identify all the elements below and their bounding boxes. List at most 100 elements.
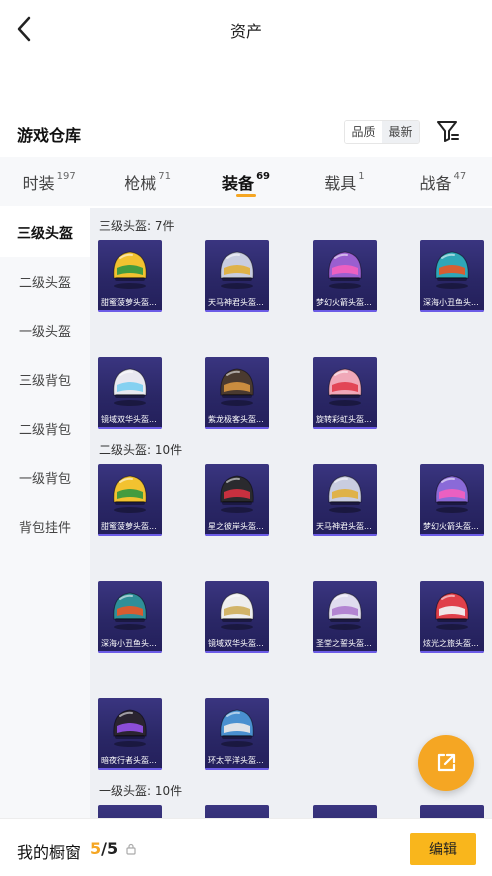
sidebar-item[interactable]: 二级背包 xyxy=(0,404,90,453)
item-card[interactable]: 天马神君头盔... xyxy=(205,240,269,312)
helmet-icon xyxy=(321,585,369,631)
helmet-icon xyxy=(213,468,261,514)
top-bar: 资产 xyxy=(0,0,492,58)
item-name: 环太平洋头盔... xyxy=(208,756,264,765)
edit-button[interactable]: 编辑 xyxy=(410,833,476,865)
item-card[interactable] xyxy=(98,805,162,818)
rarity-bar xyxy=(98,651,162,653)
rarity-bar xyxy=(98,534,162,536)
item-name: 星之彼岸头盔... xyxy=(208,522,264,531)
item-card[interactable]: 镜域双华头盔... xyxy=(205,581,269,653)
helmet-icon xyxy=(213,702,261,748)
item-card[interactable] xyxy=(313,805,377,818)
item-card[interactable]: 圣堂之誓头盔... xyxy=(313,581,377,653)
item-name: 暗夜行者头盔... xyxy=(101,756,157,765)
rarity-bar xyxy=(420,534,484,536)
helmet-icon xyxy=(213,244,261,290)
tab-active-indicator xyxy=(236,194,257,197)
tab-count: 71 xyxy=(158,171,171,182)
rarity-bar xyxy=(205,427,269,429)
tab-label: 时装 xyxy=(22,173,55,193)
item-card[interactable]: 环太平洋头盔... xyxy=(205,698,269,770)
page-title: 资产 xyxy=(229,22,262,41)
tab-count: 197 xyxy=(56,171,76,182)
sidebar: 三级头盔 二级头盔 一级头盔 三级背包 二级背包 一级背包 背包挂件 xyxy=(0,208,90,818)
sidebar-item[interactable]: 三级背包 xyxy=(0,355,90,404)
tab-2[interactable]: 装备 69 xyxy=(197,157,295,206)
section-title: 三级头盔: 7件 xyxy=(99,219,175,233)
item-name: 旋转彩虹头盔... xyxy=(316,415,372,424)
helmet-icon xyxy=(321,244,369,290)
app-root: 资产 游戏仓库 品质 最新 时装 197 枪械 71 装备 69 载具 1 战备 47 三级头盔二… xyxy=(0,0,492,876)
item-name: 甜蜜菠萝头盔... xyxy=(101,298,157,307)
sidebar-item[interactable]: 二级头盔 xyxy=(0,257,90,306)
item-name: 深海小丑鱼头... xyxy=(101,639,157,648)
helmet-icon xyxy=(321,361,369,407)
item-name: 天马神君头盔... xyxy=(316,522,372,531)
item-name: 梦幻火箭头盔... xyxy=(423,522,479,531)
helmet-icon xyxy=(428,244,476,290)
rarity-bar xyxy=(98,310,162,312)
item-card[interactable]: 天马神君头盔... xyxy=(313,464,377,536)
tab-1[interactable]: 枪械 71 xyxy=(98,157,196,206)
sidebar-item[interactable]: 三级头盔 xyxy=(0,208,90,257)
item-card[interactable]: 暗夜行者头盔... xyxy=(98,698,162,770)
item-card[interactable]: 甜蜜菠萝头盔... xyxy=(98,240,162,312)
tab-0[interactable]: 时装 197 xyxy=(0,157,98,206)
rarity-bar xyxy=(313,427,377,429)
filter-button[interactable] xyxy=(436,118,460,144)
tab-4[interactable]: 战备 47 xyxy=(394,157,492,206)
item-card[interactable]: 星之彼岸头盔... xyxy=(205,464,269,536)
item-card[interactable]: 梦幻火箭头盔... xyxy=(313,240,377,312)
item-name: 甜蜜菠萝头盔... xyxy=(101,522,157,531)
item-card[interactable]: 旋转彩虹头盔... xyxy=(313,357,377,429)
rarity-bar xyxy=(313,310,377,312)
helmet-icon xyxy=(106,468,154,514)
helmet-icon xyxy=(106,361,154,407)
sidebar-item[interactable]: 一级背包 xyxy=(0,453,90,502)
item-name: 紫龙极客头盔... xyxy=(208,415,264,424)
showcase-label: 我的橱窗 xyxy=(17,843,82,862)
tab-label: 载具 xyxy=(324,173,357,193)
item-card[interactable] xyxy=(420,805,484,818)
item-name: 炫光之旅头盔... xyxy=(423,639,479,648)
item-card[interactable] xyxy=(205,805,269,818)
rarity-bar xyxy=(98,768,162,770)
item-card[interactable]: 紫龙极客头盔... xyxy=(205,357,269,429)
item-card[interactable]: 深海小丑鱼头... xyxy=(98,581,162,653)
rarity-bar xyxy=(313,651,377,653)
showcase-footer: 我的橱窗 5/5 编辑 xyxy=(0,818,492,876)
helmet-icon xyxy=(106,702,154,748)
item-name: 圣堂之誓头盔... xyxy=(316,639,372,648)
tab-label: 枪械 xyxy=(124,173,157,193)
tab-label: 装备 xyxy=(222,173,255,193)
rarity-bar xyxy=(205,768,269,770)
helmet-icon xyxy=(213,585,261,631)
sidebar-item[interactable]: 一级头盔 xyxy=(0,306,90,355)
tab-3[interactable]: 载具 1 xyxy=(295,157,393,206)
helmet-icon xyxy=(106,244,154,290)
rarity-bar xyxy=(420,651,484,653)
item-name: 梦幻火箭头盔... xyxy=(316,298,372,307)
item-name: 天马神君头盔... xyxy=(208,298,264,307)
helmet-icon xyxy=(321,468,369,514)
share-button[interactable] xyxy=(418,735,474,791)
sort-quality-button[interactable]: 品质 xyxy=(345,121,382,143)
rarity-bar xyxy=(205,651,269,653)
sort-toggle: 品质 最新 xyxy=(344,120,420,144)
rarity-bar xyxy=(420,310,484,312)
rarity-bar xyxy=(205,310,269,312)
filter-icon xyxy=(437,121,459,142)
tab-count: 1 xyxy=(358,171,365,182)
sort-latest-button[interactable]: 最新 xyxy=(382,121,419,143)
item-card[interactable]: 甜蜜菠萝头盔... xyxy=(98,464,162,536)
item-card[interactable]: 梦幻火箭头盔... xyxy=(420,464,484,536)
item-card[interactable]: 镜域双华头盔... xyxy=(98,357,162,429)
item-name: 深海小丑鱼头... xyxy=(423,298,479,307)
section-title: 二级头盔: 10件 xyxy=(99,443,183,457)
tab-label: 战备 xyxy=(419,173,452,193)
sidebar-item[interactable]: 背包挂件 xyxy=(0,502,90,551)
helmet-icon xyxy=(213,361,261,407)
item-card[interactable]: 炫光之旅头盔... xyxy=(420,581,484,653)
item-card[interactable]: 深海小丑鱼头... xyxy=(420,240,484,312)
